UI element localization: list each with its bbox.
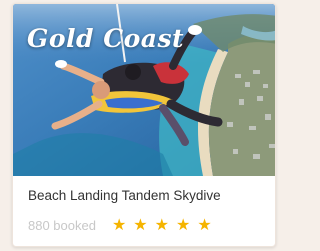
booked-count: 880 booked — [28, 217, 96, 233]
card-meta: 880 booked ★ ★ ★ ★ ★ — [28, 217, 219, 233]
star-icon: ★ — [111, 215, 127, 234]
star-icon: ★ — [154, 215, 169, 234]
activity-image[interactable]: Gold Coast — [13, 4, 275, 176]
activity-title[interactable]: Beach Landing Tandem Skydive — [28, 188, 221, 203]
star-icon: ★ — [133, 215, 148, 234]
star-icon: ★ — [175, 215, 191, 234]
activity-card[interactable]: Gold Coast Beach Landing Tandem Skydive … — [12, 3, 276, 247]
location-label: Gold Coast — [27, 24, 185, 53]
star-icon: ★ — [197, 215, 212, 234]
star-rating: ★ ★ ★ ★ ★ — [112, 217, 219, 233]
